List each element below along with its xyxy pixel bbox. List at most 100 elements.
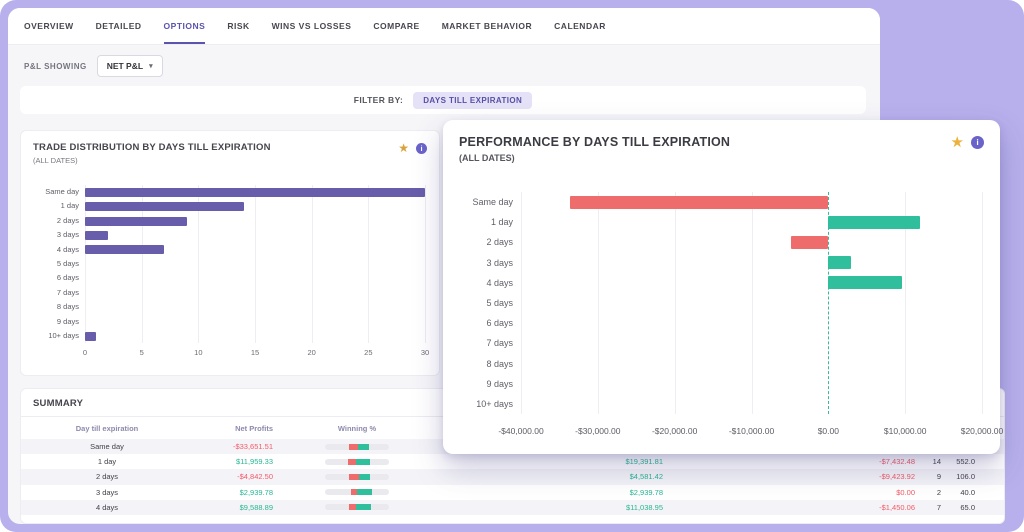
table-row: 2 days-$4,842.50$4,581.42-$9,423.929106.… <box>21 469 1004 484</box>
card-header: TRADE DISTRIBUTION BY DAYS TILL EXPIRATI… <box>21 131 439 165</box>
pnl-type-value: NET P&L <box>107 61 143 71</box>
category-label: 2 days <box>457 232 513 252</box>
gridline <box>982 192 983 414</box>
star-icon[interactable]: ★ <box>398 142 409 154</box>
winning-segment <box>358 444 368 450</box>
info-icon[interactable]: i <box>971 136 984 149</box>
cell-losses: $0.00 <box>667 488 919 497</box>
category-label: 5 days <box>457 293 513 313</box>
info-icon[interactable]: i <box>416 143 427 154</box>
tab-options[interactable]: OPTIONS <box>164 8 206 44</box>
gridline <box>368 185 369 343</box>
x-axis-tick-label: 10 <box>188 348 208 357</box>
cell-net-profits: $11,959.33 <box>187 457 277 466</box>
losing-segment <box>349 474 359 480</box>
cell-winning-pct <box>277 444 437 450</box>
category-label: 8 days <box>33 300 79 314</box>
gridline <box>521 192 522 414</box>
category-label: 7 days <box>457 333 513 353</box>
category-label: 9 days <box>457 374 513 394</box>
tab-detailed[interactable]: DETAILED <box>96 8 142 44</box>
gridline <box>425 185 426 343</box>
bar-2-days <box>791 236 828 249</box>
cell-volume: 65.0 <box>945 503 979 512</box>
winning-segment <box>356 504 371 510</box>
winning-segment <box>356 459 369 465</box>
cell-winning-pct <box>277 504 437 510</box>
bar-10-days <box>85 332 96 341</box>
star-icon[interactable]: ★ <box>951 135 964 150</box>
category-label: 1 day <box>457 212 513 232</box>
bar-3-days <box>828 256 851 269</box>
bar-1-day <box>828 216 920 229</box>
column-header: Net Profits <box>187 424 277 433</box>
cell-expiration: Same day <box>27 442 187 451</box>
filter-by-label: FILTER BY: <box>354 95 403 105</box>
cell-net-profits: -$33,651.51 <box>187 442 277 451</box>
x-axis-tick-label: $10,000.00 <box>865 426 945 436</box>
category-label: 10+ days <box>33 329 79 343</box>
category-label: 1 day <box>33 199 79 213</box>
gridline <box>752 192 753 414</box>
x-axis-tick-label: 25 <box>358 348 378 357</box>
category-label: 8 days <box>457 354 513 374</box>
column-header: Day till expiration <box>27 424 187 433</box>
x-axis-tick-label: -$20,000.00 <box>635 426 715 436</box>
page-background: OVERVIEW DETAILED OPTIONS RISK WINS VS LOSSE… <box>0 0 1024 532</box>
winning-pct-bar <box>325 489 389 495</box>
tab-bar: OVERVIEW DETAILED OPTIONS RISK WINS VS LOSSE… <box>8 8 880 45</box>
category-label: 2 days <box>33 214 79 228</box>
category-label: 6 days <box>33 271 79 285</box>
category-label: 4 days <box>33 243 79 257</box>
cell-trades: 14 <box>919 457 945 466</box>
performance-chart: -$40,000.00-$30,000.00-$20,000.00-$10,00… <box>457 192 982 442</box>
category-label: 9 days <box>33 315 79 329</box>
cell-volume: 552.0 <box>945 457 979 466</box>
gridline <box>312 185 313 343</box>
x-axis-tick-label: 0 <box>75 348 95 357</box>
x-axis-tick-label: -$10,000.00 <box>712 426 792 436</box>
winning-segment <box>359 474 370 480</box>
cell-winning-pct <box>277 459 437 465</box>
cell-net-profits: $9,588.89 <box>187 503 277 512</box>
gridline <box>255 185 256 343</box>
losing-segment <box>349 444 358 450</box>
tab-compare[interactable]: COMPARE <box>373 8 419 44</box>
gridline <box>675 192 676 414</box>
performance-card: PERFORMANCE BY DAYS TILL EXPIRATION (ALL… <box>443 120 1000 454</box>
winning-pct-bar <box>325 444 389 450</box>
cell-trades: 9 <box>919 472 945 481</box>
card-header: PERFORMANCE BY DAYS TILL EXPIRATION (ALL… <box>443 120 1000 163</box>
x-axis-tick-label: -$30,000.00 <box>558 426 638 436</box>
gridline <box>598 192 599 414</box>
tab-market-behavior[interactable]: MARKET BEHAVIOR <box>442 8 532 44</box>
cell-losses: -$7,432.48 <box>667 457 919 466</box>
cell-losses: -$1,450.06 <box>667 503 919 512</box>
tab-calendar[interactable]: CALENDAR <box>554 8 606 44</box>
performance-card-subtitle: (ALL DATES) <box>459 153 730 163</box>
tab-risk[interactable]: RISK <box>227 8 249 44</box>
column-header: Winning % <box>277 424 437 433</box>
losing-segment <box>349 504 356 510</box>
bar-same-day <box>570 196 829 209</box>
x-axis-tick-label: $20,000.00 <box>942 426 1022 436</box>
winning-pct-bar <box>325 504 389 510</box>
bar-4-days <box>85 245 164 254</box>
distribution-card-subtitle: (ALL DATES) <box>33 156 271 165</box>
pnl-showing-label: P&L SHOWING <box>24 62 87 71</box>
filter-bar: FILTER BY: DAYS TILL EXPIRATION <box>20 86 866 114</box>
table-row: 3 days$2,939.78$2,939.78$0.00240.0 <box>21 485 1004 500</box>
cell-winning-pct <box>277 489 437 495</box>
trade-distribution-card: TRADE DISTRIBUTION BY DAYS TILL EXPIRATI… <box>20 130 440 376</box>
cell-gains: $19,391.81 <box>437 457 667 466</box>
category-label: 7 days <box>33 286 79 300</box>
pnl-showing-row: P&L SHOWING NET P&L ▾ <box>24 52 163 80</box>
cell-net-profits: -$4,842.50 <box>187 472 277 481</box>
x-axis-tick-label: 5 <box>132 348 152 357</box>
category-label: Same day <box>33 185 79 199</box>
tab-wins-vs-losses[interactable]: WINS VS LOSSES <box>272 8 352 44</box>
cell-net-profits: $2,939.78 <box>187 488 277 497</box>
filter-chip-days-till-expiration[interactable]: DAYS TILL EXPIRATION <box>413 92 532 109</box>
pnl-type-select[interactable]: NET P&L ▾ <box>97 55 163 77</box>
tab-overview[interactable]: OVERVIEW <box>24 8 74 44</box>
